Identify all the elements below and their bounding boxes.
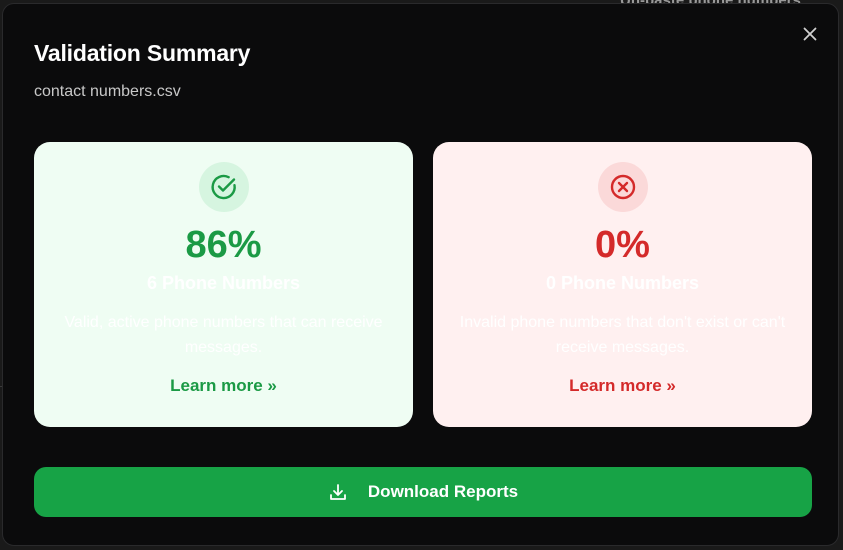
invalid-learn-more-link[interactable]: Learn more » [433,376,812,396]
download-reports-button[interactable]: Download Reports [34,467,812,517]
close-icon [803,27,817,41]
file-name: contact numbers.csv [34,83,181,100]
modal-title: Validation Summary [34,40,251,66]
valid-icon-badge [198,162,249,212]
check-circle-icon [211,174,236,200]
valid-count: 6 Phone Numbers [146,273,301,293]
invalid-numbers-card: 0% 0 Phone Numbers Invalid phone numbers… [433,142,812,427]
valid-description: Valid, active phone numbers that can rec… [64,314,383,356]
valid-numbers-card: 86% 6 Phone Numbers Valid, active phone … [34,142,413,427]
invalid-icon-badge [597,162,648,212]
invalid-description: Invalid phone numbers that don't exist o… [459,314,786,356]
download-icon [328,482,348,502]
x-circle-icon [610,174,635,200]
valid-percentage: 86% [185,224,262,266]
invalid-count: 0 Phone Numbers [545,273,700,293]
validation-summary-modal: Validation Summary contact numbers.csv 8… [2,3,839,546]
valid-learn-more-link[interactable]: Learn more » [34,376,413,396]
download-reports-label: Download Reports [367,482,519,501]
close-button[interactable] [800,24,820,44]
invalid-percentage: 0% [595,224,650,266]
